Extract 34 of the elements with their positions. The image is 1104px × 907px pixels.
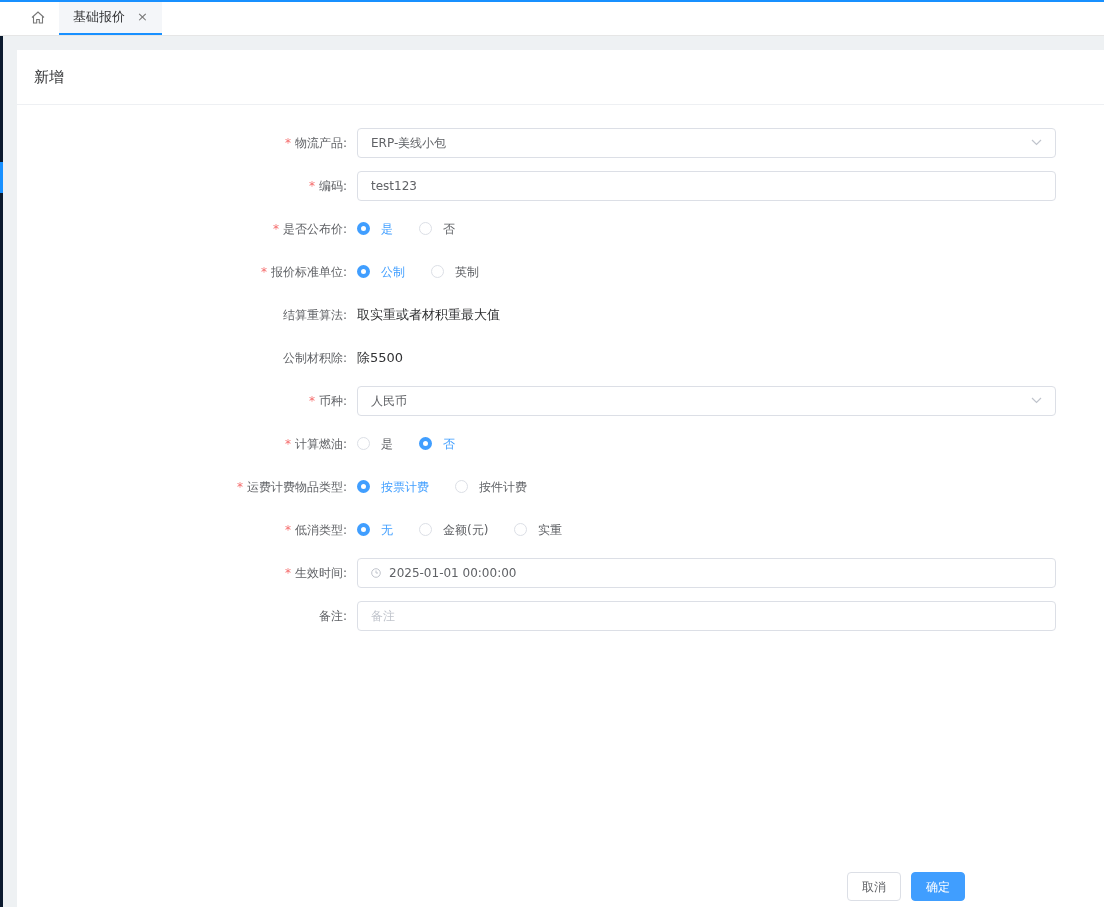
field-value: 取实重或者材积重最大值 (357, 306, 500, 322)
radio-option[interactable]: 否 (419, 219, 455, 238)
close-icon[interactable]: × (137, 9, 148, 25)
field-label: 备注: (317, 607, 348, 625)
page-tab[interactable]: 基础报价 × (59, 2, 162, 35)
field-label: * 编码: (307, 177, 348, 195)
radio-option[interactable]: 按件计费 (455, 477, 527, 496)
select-field[interactable]: 人民币 (357, 385, 1056, 416)
sidebar-indicator (0, 162, 3, 193)
field-label: * 币种: (307, 392, 348, 410)
radio-option[interactable]: 是 (357, 434, 393, 453)
field-label: * 是否公布价: (271, 220, 348, 238)
radio-option[interactable]: 英制 (431, 262, 479, 281)
field-label: * 低消类型: (283, 521, 348, 539)
chevron-down-icon (1031, 397, 1042, 404)
field-label: * 计算燃油: (283, 435, 348, 453)
field-value: 除5500 (357, 349, 404, 365)
chevron-down-icon (1031, 139, 1042, 146)
clock-icon (371, 567, 381, 578)
field-label: * 运费计费物品类型: (235, 478, 348, 496)
input-field[interactable]: 备注 (357, 600, 1056, 631)
dialog-title: 新增 (34, 66, 64, 88)
radio-option[interactable]: 金额(元) (419, 520, 489, 539)
field-label: * 物流产品: (283, 134, 348, 152)
field-label: 公制材积除: (281, 349, 348, 367)
date-field[interactable]: 2025-01-01 00:00:00 (357, 557, 1056, 588)
field-label: * 报价标准单位: (259, 263, 348, 281)
field-label: 结算重算法: (281, 306, 348, 324)
select-field[interactable]: ERP-美线小包 (357, 127, 1056, 158)
cancel-button[interactable]: 取消 (847, 872, 901, 901)
radio-option[interactable]: 实重 (514, 520, 563, 539)
input-field[interactable]: test123 (357, 170, 1056, 201)
field-label: * 生效时间: (283, 564, 348, 582)
home-icon (31, 11, 45, 25)
